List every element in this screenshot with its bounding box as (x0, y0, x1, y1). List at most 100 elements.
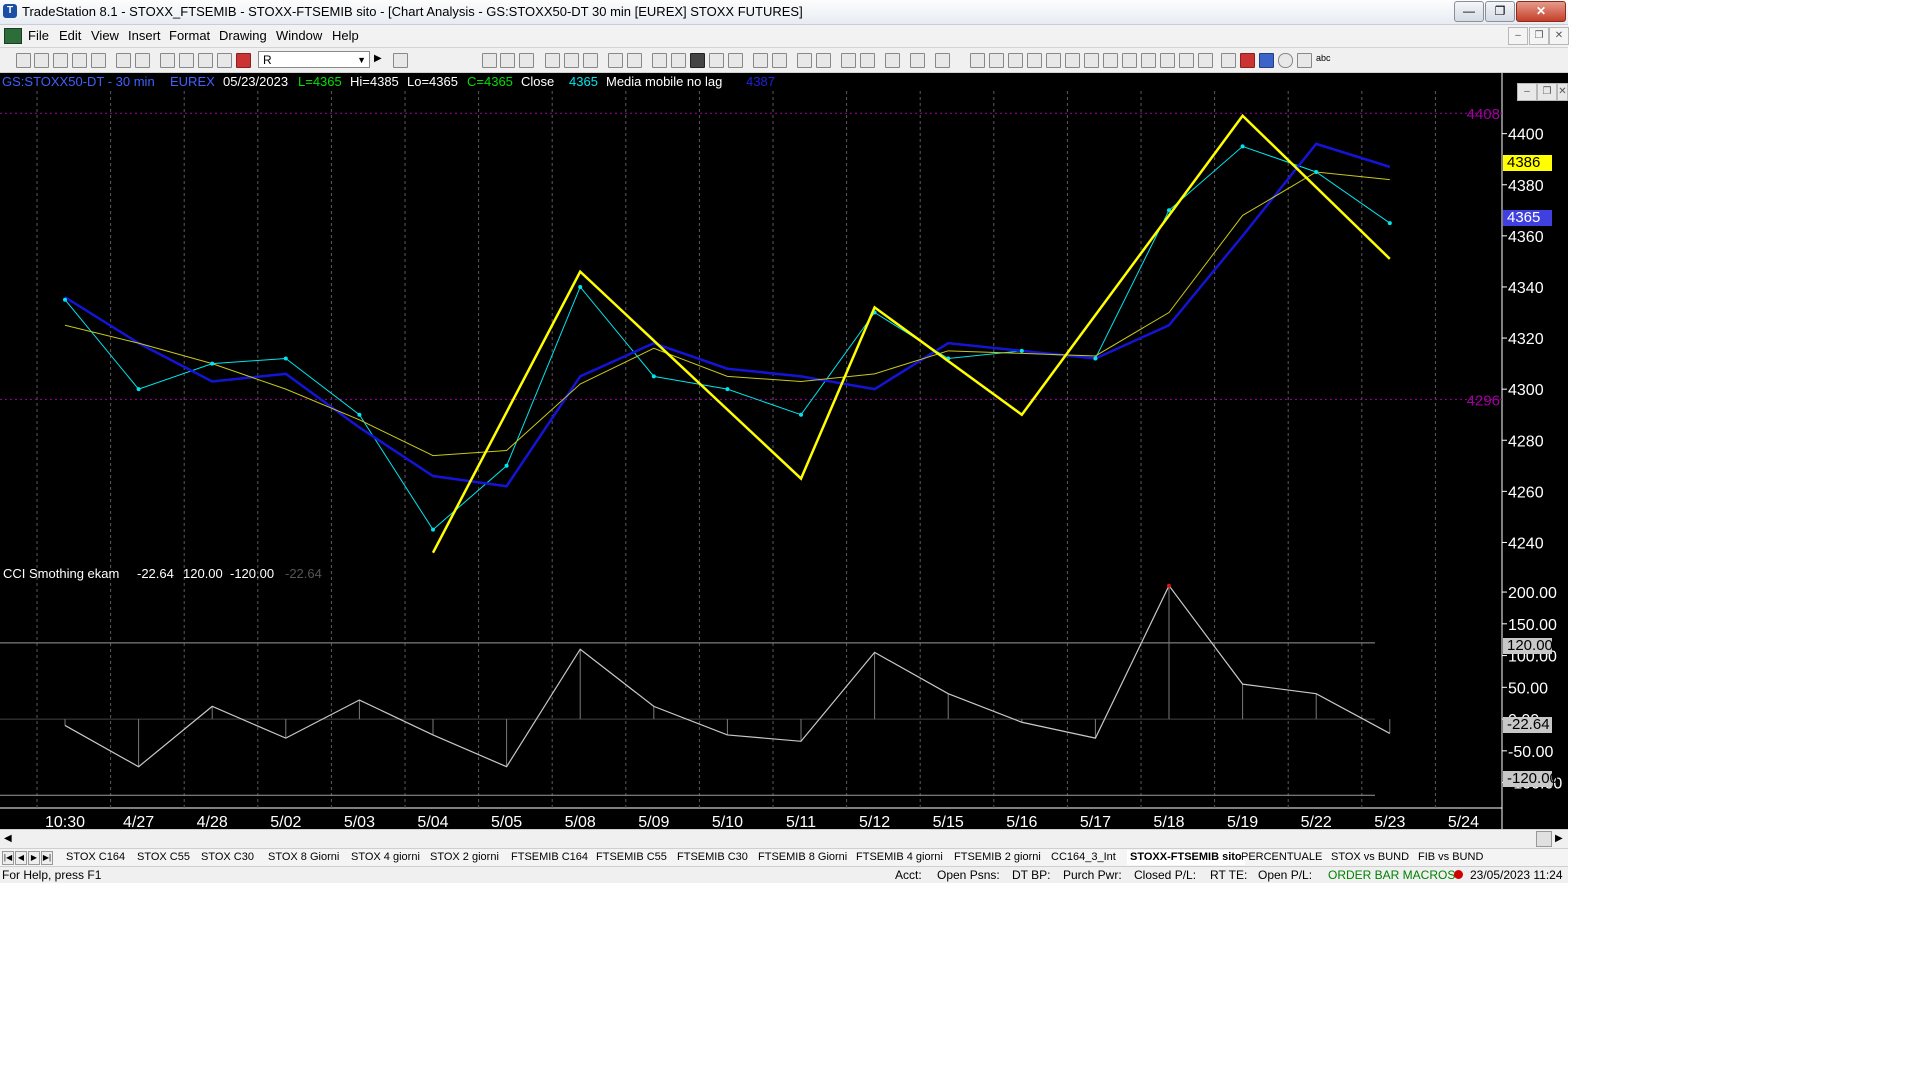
pane-restore-button[interactable]: ❐ (1537, 83, 1557, 101)
tab-percentuale[interactable]: PERCENTUALE (1241, 850, 1322, 865)
tab-stox-4-giorni[interactable]: STOX 4 giorni (351, 850, 420, 865)
candles-icon[interactable] (709, 53, 724, 68)
tab-stox-c30[interactable]: STOX C30 (201, 850, 254, 865)
strategy-icon[interactable] (217, 53, 232, 68)
arrow-down-icon[interactable] (1240, 53, 1255, 68)
arrow-up-icon[interactable] (1259, 53, 1274, 68)
scroll-thumb[interactable] (1536, 831, 1552, 847)
minimize-button[interactable]: — (1454, 1, 1484, 22)
tab-stox-vs-bund[interactable]: STOX vs BUND (1331, 850, 1409, 865)
status-order-bar-macros[interactable]: ORDER BAR MACROS (1328, 868, 1455, 882)
maximize-button[interactable]: ❐ (1485, 1, 1515, 22)
play-arrow-icon[interactable]: ▶ (374, 53, 387, 66)
freehand-icon[interactable] (1221, 53, 1236, 68)
menu-file[interactable]: File (28, 28, 49, 43)
tab-ftsemib-8-giorni[interactable]: FTSEMIB 8 Giorni (758, 850, 847, 865)
chart-area[interactable]: 4408 4296 4400 4380 4360 4340 4320 4300 4280 4260… (0, 73, 1568, 829)
gann-icon[interactable] (1065, 53, 1080, 68)
fibonacci-icon[interactable] (1046, 53, 1061, 68)
scroll-right-icon[interactable]: ▶ (1555, 833, 1563, 844)
chart-document-icon[interactable] (4, 28, 22, 44)
compress-icon[interactable] (753, 53, 768, 68)
tab-next-icon[interactable]: ▶ (28, 851, 40, 865)
trendline-icon[interactable] (970, 53, 985, 68)
mdi-minimize-button[interactable]: – (1508, 27, 1528, 45)
analysis-icon[interactable] (671, 53, 686, 68)
tab-ftsemib-c164[interactable]: FTSEMIB C164 (511, 850, 588, 865)
radar-screen-icon[interactable] (500, 53, 515, 68)
data-window-icon[interactable] (860, 53, 875, 68)
new-icon[interactable] (16, 53, 31, 68)
line-chart-icon[interactable] (728, 53, 743, 68)
zoom-out-icon[interactable] (816, 53, 831, 68)
andrews-icon[interactable] (1122, 53, 1137, 68)
tab-ftsemib-c30[interactable]: FTSEMIB C30 (677, 850, 748, 865)
hot-list-icon[interactable] (583, 53, 598, 68)
lock-icon[interactable] (198, 53, 213, 68)
channel-icon[interactable] (1027, 53, 1042, 68)
arrow-lr-icon[interactable] (1141, 53, 1156, 68)
shapes-icon[interactable] (236, 53, 251, 68)
zoom-in-icon[interactable] (797, 53, 812, 68)
menu-format[interactable]: Format (169, 28, 210, 43)
menu-window[interactable]: Window (276, 28, 322, 43)
tab-stox-c55[interactable]: STOX C55 (137, 850, 190, 865)
text-tool-icon[interactable]: abc (1316, 53, 1336, 66)
open-icon[interactable] (53, 53, 68, 68)
horizontal-scrollbar[interactable]: ◀ ▶ (0, 829, 1568, 848)
tab-stox-8-giorni[interactable]: STOX 8 Giorni (268, 850, 339, 865)
tab-ftsemib-2-giorni[interactable]: FTSEMIB 2 giorni (954, 850, 1041, 865)
tab-stox-2-giorni[interactable]: STOX 2 giorni (430, 850, 499, 865)
vertical-lines-icon[interactable] (989, 53, 1004, 68)
ellipse-icon[interactable] (1278, 53, 1293, 68)
arc-icon[interactable] (1179, 53, 1194, 68)
report-icon[interactable] (627, 53, 642, 68)
menu-view[interactable]: View (91, 28, 119, 43)
matrix-icon[interactable] (519, 53, 534, 68)
folder-icon[interactable] (91, 53, 106, 68)
tab-stoxx-ftsemib-sito[interactable]: STOXX-FTSEMIB sito (1127, 850, 1245, 865)
cycle-lines-icon[interactable] (1103, 53, 1118, 68)
portfolio-icon[interactable] (608, 53, 623, 68)
scroll-left-icon[interactable]: ◀ (4, 833, 12, 844)
tab-last-icon[interactable]: ▶| (41, 851, 53, 865)
new-workspace-icon[interactable] (34, 53, 49, 68)
tab-first-icon[interactable]: |◀ (2, 851, 14, 865)
mdi-restore-button[interactable]: ❐ (1529, 27, 1549, 45)
tab-ftsemib-4-giorni[interactable]: FTSEMIB 4 giorni (856, 850, 943, 865)
pane-close-button[interactable]: ✕ (1557, 83, 1568, 101)
menu-insert[interactable]: Insert (128, 28, 161, 43)
pane-minimize-button[interactable]: – (1517, 83, 1537, 101)
menu-edit[interactable]: Edit (59, 28, 81, 43)
pencil-icon[interactable] (1198, 53, 1213, 68)
tools-icon[interactable] (885, 53, 900, 68)
chart-svg[interactable]: 4408 4296 4400 4380 4360 4340 4320 4300 4280 4260… (0, 73, 1568, 829)
speed-lines-icon[interactable] (1084, 53, 1099, 68)
menu-drawing[interactable]: Drawing (219, 28, 267, 43)
horizontal-lines-icon[interactable] (1008, 53, 1023, 68)
symbol-lookup-icon[interactable] (393, 53, 408, 68)
order-icon[interactable] (935, 53, 950, 68)
bar-chart-icon[interactable] (690, 53, 705, 68)
copy-icon[interactable] (179, 53, 194, 68)
tab-ftsemib-c55[interactable]: FTSEMIB C55 (596, 850, 667, 865)
tab-prev-icon[interactable]: ◀ (15, 851, 27, 865)
expand-icon[interactable] (772, 53, 787, 68)
save-icon[interactable] (116, 53, 131, 68)
open-workspace-icon[interactable] (72, 53, 87, 68)
regression-icon[interactable] (1160, 53, 1175, 68)
symbol-combo[interactable]: R ▼ (258, 51, 370, 68)
rectangle-icon[interactable] (1297, 53, 1312, 68)
tab-cc164-3-int[interactable]: CC164_3_Int (1051, 850, 1116, 865)
mdi-close-button[interactable]: ✕ (1549, 27, 1569, 45)
print-icon[interactable] (135, 53, 150, 68)
pointer-icon[interactable] (841, 53, 856, 68)
tab-stox-c164[interactable]: STOX C164 (66, 850, 125, 865)
format-icon[interactable] (910, 53, 925, 68)
scanner-icon[interactable] (564, 53, 579, 68)
chart-window-icon[interactable] (482, 53, 497, 68)
tab-fib-vs-bund[interactable]: FIB vs BUND (1418, 850, 1483, 865)
close-button[interactable]: ✕ (1516, 1, 1566, 22)
indicator-icon[interactable] (652, 53, 667, 68)
menu-help[interactable]: Help (332, 28, 359, 43)
